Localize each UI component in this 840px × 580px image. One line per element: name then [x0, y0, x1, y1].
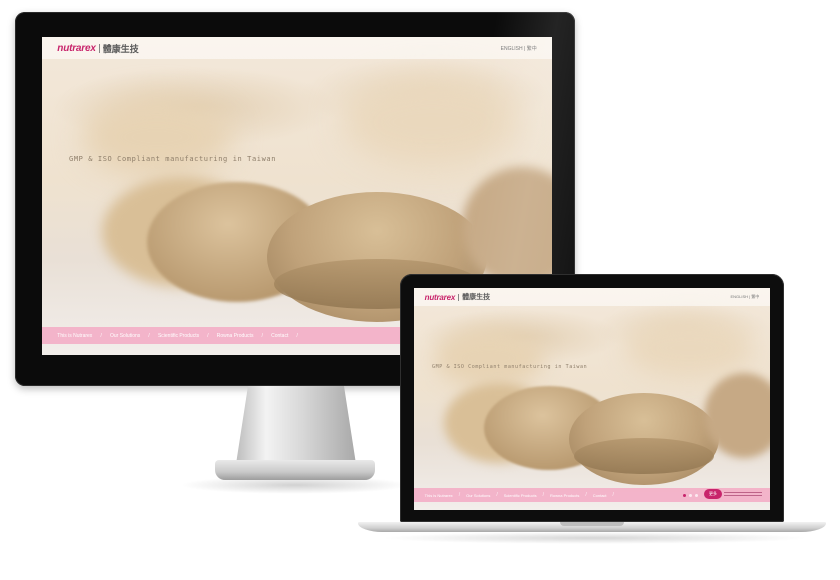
tablet-blur-1: [434, 328, 544, 388]
laptop-notch: [560, 522, 624, 526]
language-switch[interactable]: ENGLISH | 繁中: [501, 45, 537, 52]
nav-scientific-products[interactable]: Scientific Products: [158, 333, 199, 339]
monitor-stand-neck: [236, 386, 356, 464]
nav-rowna-products[interactable]: Rowna Products: [217, 333, 254, 339]
nav-separator: /: [585, 492, 587, 498]
logo[interactable]: nutrarex 體康生技: [425, 292, 490, 302]
nav-our-solutions[interactable]: Our Solutions: [110, 333, 140, 339]
nav-contact[interactable]: Contact: [271, 333, 288, 339]
nav-scientific-products[interactable]: Scientific Products: [504, 493, 537, 498]
tablet-front-edge: [574, 438, 714, 474]
tablet-blur-2: [624, 318, 754, 378]
logo[interactable]: nutrarex 體康生技: [57, 42, 138, 55]
slider-dot-icon[interactable]: [689, 494, 692, 497]
nav-separator: /: [261, 332, 264, 339]
nav-separator: /: [542, 492, 544, 498]
language-switch[interactable]: ENGLISH | 繁中: [731, 294, 760, 300]
nav-separator: /: [148, 332, 150, 339]
logo-divider: [458, 293, 460, 301]
nav-this-is-nutrarex[interactable]: This is Nutrarex: [57, 333, 92, 339]
logo-word: nutrarex: [424, 292, 456, 302]
hero-image: [414, 288, 770, 510]
logo-chinese: 體康生技: [462, 294, 491, 301]
nav-contact[interactable]: Contact: [593, 493, 607, 498]
laptop-lid: nutrarex 體康生技 ENGLISH | 繁中 GMP & ISO Com…: [400, 274, 784, 522]
tablet-blur-1: [82, 97, 232, 177]
laptop-shadow: [380, 532, 810, 544]
tablet-blur-2: [342, 77, 522, 167]
logo-chinese: 體康生技: [102, 43, 139, 54]
website-laptop: nutrarex 體康生技 ENGLISH | 繁中 GMP & ISO Com…: [414, 288, 770, 510]
nav-separator: /: [100, 332, 102, 339]
nav-our-solutions[interactable]: Our Solutions: [466, 493, 490, 498]
nav-rowna-products[interactable]: Rowna Products: [550, 493, 579, 498]
laptop-screen: nutrarex 體康生技 ENGLISH | 繁中 GMP & ISO Com…: [414, 288, 770, 510]
nav-separator: /: [296, 332, 299, 339]
slider-dots: [683, 494, 698, 497]
badge-icon[interactable]: 更多: [704, 489, 722, 499]
monitor-stand-base: [215, 460, 375, 480]
hero-tagline: GMP & ISO Compliant manufacturing in Tai…: [432, 364, 588, 370]
badge-caption: [724, 492, 762, 498]
site-header: nutrarex 體康生技 ENGLISH | 繁中: [414, 288, 770, 306]
nav-separator: /: [612, 492, 614, 498]
nav-separator: /: [207, 332, 209, 339]
slider-dot-icon[interactable]: [683, 494, 686, 497]
nav-separator: /: [496, 492, 498, 498]
logo-divider: [98, 43, 100, 53]
site-header: nutrarex 體康生技 ENGLISH | 繁中: [42, 37, 552, 59]
logo-word: nutrarex: [57, 42, 96, 54]
hero-tagline: GMP & ISO Compliant manufacturing in Tai…: [69, 155, 277, 163]
nav-this-is-nutrarex[interactable]: This is Nutrarex: [425, 493, 453, 498]
nav-separator: /: [458, 492, 461, 498]
slider-dot-icon[interactable]: [695, 494, 698, 497]
